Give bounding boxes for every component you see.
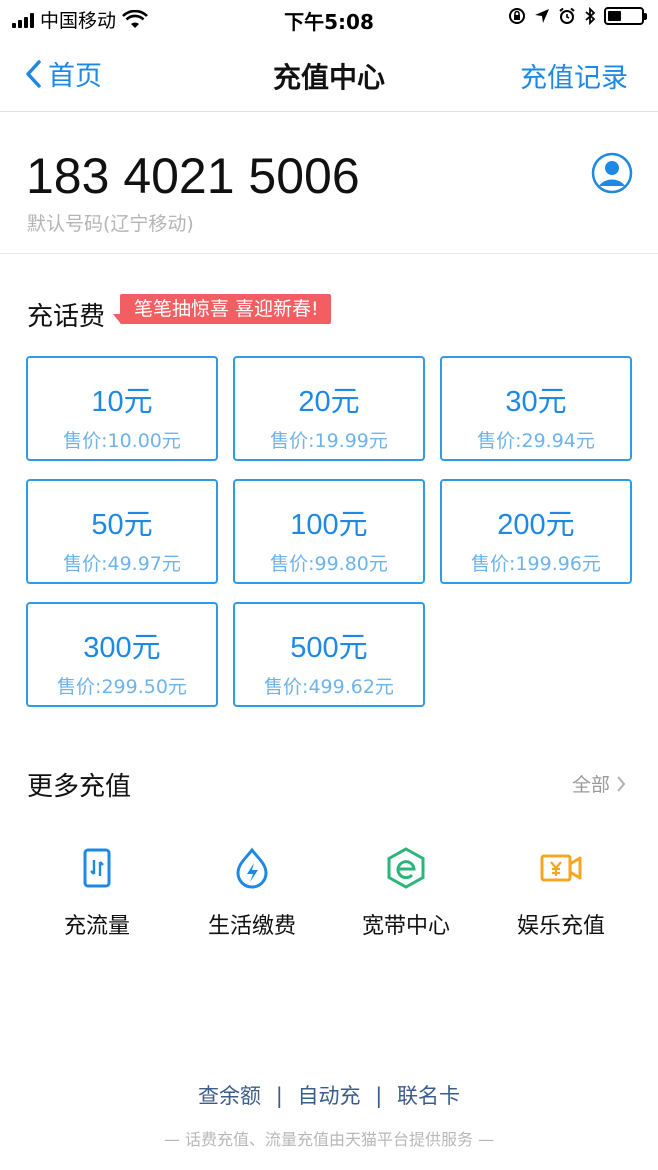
recharge-price: 售价:99.80元 xyxy=(270,553,388,575)
recharge-section-title: 充话费 xyxy=(27,302,106,332)
recharge-history-link[interactable]: 充值记录 xyxy=(520,56,628,95)
recharge-option-500[interactable]: 500元 售价:499.62元 xyxy=(233,602,425,707)
phone-number-input[interactable]: 183 4021 5006 xyxy=(26,147,360,205)
footer-separator: | xyxy=(375,1084,383,1108)
service-utility-bill[interactable]: 生活缴费 xyxy=(182,846,322,940)
bluetooth-icon xyxy=(585,7,596,25)
status-right xyxy=(508,7,647,25)
contacts-avatar-icon[interactable] xyxy=(591,152,633,194)
recharge-price: 售价:499.62元 xyxy=(264,676,394,698)
recharge-option-10[interactable]: 10元 售价:10.00元 xyxy=(26,356,218,461)
recharge-price: 售价:199.96元 xyxy=(471,553,601,575)
view-all-label: 全部 xyxy=(571,774,610,796)
service-data-traffic[interactable]: 充流量 xyxy=(27,846,167,940)
more-services: 充流量 生活缴费 宽带中心 娱乐充值 xyxy=(0,846,658,946)
service-broadband[interactable]: 宽带中心 xyxy=(336,846,476,940)
recharge-option-100[interactable]: 100元 售价:99.80元 xyxy=(233,479,425,584)
recharge-amount: 200元 xyxy=(497,509,575,541)
service-entertainment[interactable]: 娱乐充值 xyxy=(491,846,631,940)
recharge-options-grid: 10元 售价:10.00元 20元 售价:19.99元 30元 售价:29.94… xyxy=(26,356,632,708)
recharge-amount: 100元 xyxy=(290,509,368,541)
data-traffic-icon xyxy=(83,848,111,888)
recharge-price: 售价:29.94元 xyxy=(477,430,595,452)
broadband-icon xyxy=(387,847,425,889)
recharge-amount: 20元 xyxy=(298,386,360,418)
battery-icon xyxy=(604,7,647,25)
recharge-amount: 500元 xyxy=(290,632,368,664)
recharge-price: 售价:19.99元 xyxy=(270,430,388,452)
rotation-lock-icon xyxy=(509,8,525,24)
auto-recharge-link[interactable]: 自动充 xyxy=(298,1084,361,1108)
location-icon xyxy=(535,9,549,23)
recharge-amount: 10元 xyxy=(91,386,153,418)
footer-note: — 话费充值、流量充值由天猫平台提供服务 — xyxy=(163,1130,495,1149)
service-label: 充流量 xyxy=(63,914,130,939)
phone-number-subtitle: 默认号码(辽宁移动) xyxy=(27,213,194,235)
recharge-price: 售价:10.00元 xyxy=(63,430,181,452)
service-label: 宽带中心 xyxy=(361,914,450,939)
recharge-option-200[interactable]: 200元 售价:199.96元 xyxy=(440,479,632,584)
recharge-option-20[interactable]: 20元 售价:19.99元 xyxy=(233,356,425,461)
chevron-right-icon xyxy=(617,775,626,792)
service-label: 娱乐充值 xyxy=(516,914,605,939)
recharge-amount: 30元 xyxy=(505,386,567,418)
account-section: 183 4021 5006 默认号码(辽宁移动) xyxy=(0,113,658,254)
nav-bar: 首页 充值中心 充值记录 xyxy=(0,36,658,112)
check-balance-link[interactable]: 查余额 xyxy=(198,1084,261,1108)
co-branded-card-link[interactable]: 联名卡 xyxy=(397,1084,460,1108)
recharge-option-300[interactable]: 300元 售价:299.50元 xyxy=(26,602,218,707)
recharge-price: 售价:49.97元 xyxy=(63,553,181,575)
status-bar: 中国移动 下午5:08 xyxy=(0,0,658,36)
promo-badge: 笔笔抽惊喜 喜迎新春! xyxy=(113,294,331,324)
recharge-price: 售价:299.50元 xyxy=(57,676,187,698)
recharge-option-50[interactable]: 50元 售价:49.97元 xyxy=(26,479,218,584)
service-label: 生活缴费 xyxy=(207,914,296,939)
entertainment-icon xyxy=(540,854,582,882)
utility-bill-icon xyxy=(236,847,268,889)
recharge-amount: 300元 xyxy=(83,632,161,664)
footer-links: 查余额 | 自动充 | 联名卡 xyxy=(0,1080,658,1110)
recharge-option-30[interactable]: 30元 售价:29.94元 xyxy=(440,356,632,461)
recharge-amount: 50元 xyxy=(91,509,153,541)
view-all-link[interactable]: 全部 xyxy=(572,770,626,797)
alarm-icon xyxy=(559,7,575,24)
footer-separator: | xyxy=(275,1084,283,1108)
more-section-title: 更多充值 xyxy=(27,772,132,802)
